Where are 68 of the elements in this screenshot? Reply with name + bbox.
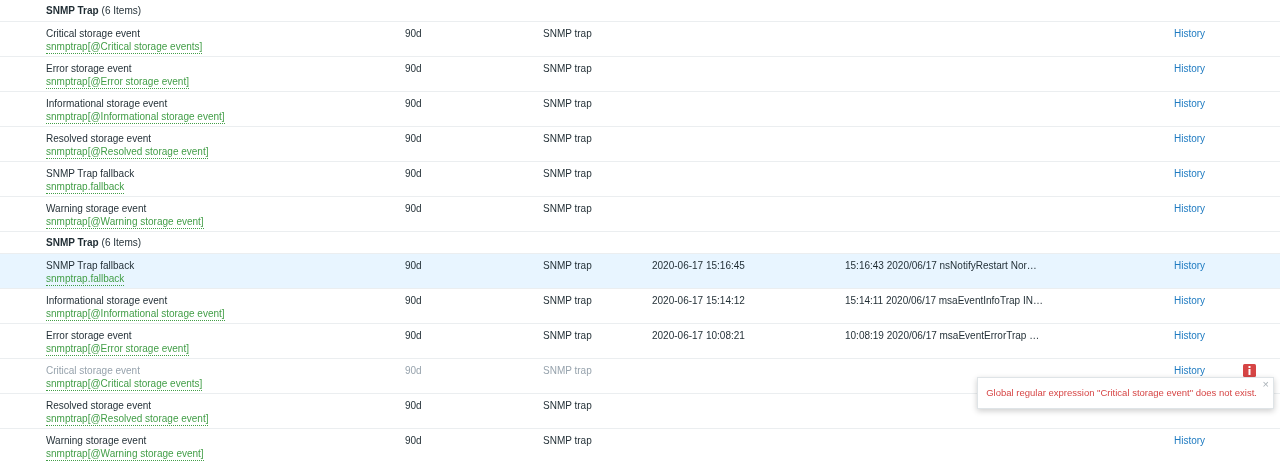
- item-key-link[interactable]: snmptrap[@Informational storage event]: [46, 111, 225, 124]
- item-type: SNMP trap: [543, 98, 592, 109]
- group-count: (6 Items): [101, 5, 142, 18]
- item-type: SNMP trap: [543, 400, 592, 411]
- item-type: SNMP trap: [543, 435, 592, 446]
- item-type: SNMP trap: [543, 168, 592, 179]
- history-period: 90d: [405, 203, 422, 214]
- item-name: Warning storage event: [46, 203, 147, 215]
- item-key-link[interactable]: snmptrap[@Informational storage event]: [46, 308, 225, 321]
- item-key-link[interactable]: snmptrap.fallback: [46, 273, 125, 286]
- item-key-link[interactable]: snmptrap[@Warning storage event]: [46, 216, 204, 229]
- item-key-link[interactable]: snmptrap[@Warning storage event]: [46, 448, 204, 461]
- history-period: 90d: [405, 168, 422, 179]
- history-period: 90d: [405, 365, 422, 376]
- history-link[interactable]: History: [1174, 28, 1206, 39]
- history-period: 90d: [405, 435, 422, 446]
- item-type: SNMP trap: [543, 133, 592, 144]
- history-link[interactable]: History: [1174, 435, 1206, 446]
- last-check-time: 2020-06-17 15:14:12: [652, 295, 745, 306]
- item-name: SNMP Trap fallback: [46, 260, 135, 272]
- group-count: (6 Items): [101, 237, 142, 250]
- item-key-link[interactable]: snmptrap[@Error storage event]: [46, 76, 189, 89]
- history-link[interactable]: History: [1174, 330, 1206, 341]
- item-type: SNMP trap: [543, 260, 592, 271]
- item-name: SNMP Trap fallback: [46, 168, 135, 180]
- item-type: SNMP trap: [543, 295, 592, 306]
- history-period: 90d: [405, 400, 422, 411]
- last-check-time: 2020-06-17 10:08:21: [652, 330, 745, 341]
- item-name: Informational storage event: [46, 98, 168, 110]
- last-value: 10:08:19 2020/06/17 msaEventErrorTrap …: [845, 330, 1040, 341]
- history-period: 90d: [405, 133, 422, 144]
- item-type: SNMP trap: [543, 365, 592, 376]
- item-name: Critical storage event: [46, 365, 140, 377]
- history-link[interactable]: History: [1174, 260, 1206, 271]
- item-key-link[interactable]: snmptrap[@Error storage event]: [46, 343, 189, 356]
- error-message: Global regular expression "Critical storage event" does not exist.: [986, 387, 1257, 399]
- history-period: 90d: [405, 98, 422, 109]
- item-type: SNMP trap: [543, 28, 592, 39]
- history-link[interactable]: History: [1174, 203, 1206, 214]
- last-check-time: 2020-06-17 15:16:45: [652, 260, 745, 271]
- history-link[interactable]: History: [1174, 133, 1206, 144]
- item-name: Informational storage event: [46, 295, 168, 307]
- group-title: SNMP Trap: [46, 237, 99, 250]
- item-type: SNMP trap: [543, 203, 592, 214]
- item-name: Critical storage event: [46, 28, 140, 40]
- item-name: Resolved storage event: [46, 400, 152, 412]
- last-value: 15:16:43 2020/06/17 nsNotifyRestart Nor…: [845, 260, 1037, 271]
- item-name: Error storage event: [46, 63, 132, 75]
- history-period: 90d: [405, 260, 422, 271]
- last-value: 15:14:11 2020/06/17 msaEventInfoTrap IN…: [845, 295, 1043, 306]
- history-period: 90d: [405, 28, 422, 39]
- history-link[interactable]: History: [1174, 63, 1206, 74]
- item-name: Warning storage event: [46, 435, 147, 447]
- item-type: SNMP trap: [543, 63, 592, 74]
- item-name: Resolved storage event: [46, 133, 152, 145]
- item-key-link[interactable]: snmptrap[@Resolved storage event]: [46, 146, 209, 159]
- history-link[interactable]: History: [1174, 168, 1206, 179]
- item-name: Error storage event: [46, 330, 132, 342]
- history-link[interactable]: History: [1174, 98, 1206, 109]
- history-period: 90d: [405, 295, 422, 306]
- item-key-link[interactable]: snmptrap.fallback: [46, 181, 125, 194]
- history-period: 90d: [405, 63, 422, 74]
- history-period: 90d: [405, 330, 422, 341]
- item-key-link[interactable]: snmptrap[@Resolved storage event]: [46, 413, 209, 426]
- group-title: SNMP Trap: [46, 5, 99, 18]
- item-type: SNMP trap: [543, 330, 592, 341]
- item-key-link[interactable]: snmptrap[@Critical storage events]: [46, 41, 203, 54]
- history-link[interactable]: History: [1174, 295, 1206, 306]
